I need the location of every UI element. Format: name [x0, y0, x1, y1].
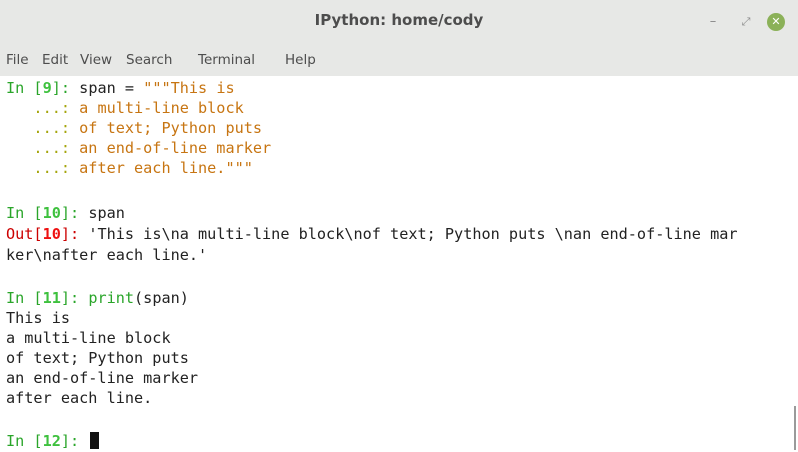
- continuation-line: ...: a multi-line block: [6, 98, 244, 118]
- continuation-prompt: ...:: [6, 139, 80, 157]
- input-line-9: In [9]: span = """This is: [6, 78, 235, 98]
- prompt-number: 12: [42, 432, 61, 450]
- menu-search[interactable]: Search: [126, 52, 172, 68]
- scrollbar[interactable]: [790, 76, 798, 452]
- menu-file[interactable]: File: [6, 52, 29, 68]
- print-output-line: of text; Python puts: [6, 349, 189, 367]
- continuation-prompt: ...:: [6, 159, 80, 177]
- string-literal: an end-of-line marker: [79, 139, 272, 157]
- prompt-number: 11: [42, 289, 61, 307]
- prompt-in-label: In [: [6, 289, 43, 307]
- prompt-in-label: In [: [6, 432, 43, 450]
- output-line-10-wrap: ker\nafter each line.': [6, 245, 207, 265]
- print-output-line: an end-of-line marker: [6, 369, 199, 387]
- code-text: span: [88, 204, 125, 222]
- window-title: IPython: home/cody: [314, 11, 484, 29]
- input-line-12: In [12]:: [6, 431, 100, 451]
- code-text: span =: [79, 79, 144, 97]
- terminal-window: IPython: home/cody – ⤢ ✕ File Edit View …: [0, 0, 798, 452]
- prompt-close: ]:: [51, 79, 80, 97]
- menu-view[interactable]: View: [80, 52, 112, 68]
- prompt-out-label: Out[: [6, 225, 43, 243]
- scrollbar-thumb[interactable]: [794, 406, 796, 450]
- string-literal: after each line.""": [79, 159, 253, 177]
- output-line-10: Out[10]: 'This is\na multi-line block\no…: [6, 224, 738, 244]
- continuation-prompt: ...:: [6, 99, 80, 117]
- print-output-line: after each line.: [6, 389, 153, 407]
- prompt-close: ]:: [60, 432, 89, 450]
- menu-help[interactable]: Help: [285, 52, 316, 68]
- input-line-10: In [10]: span: [6, 203, 125, 223]
- minimize-icon[interactable]: –: [704, 13, 722, 31]
- terminal-output[interactable]: In [9]: span = """This is ...: a multi-l…: [0, 76, 798, 452]
- prompt-close: ]:: [60, 225, 89, 243]
- function-name: print: [88, 289, 135, 307]
- prompt-number: 9: [42, 79, 52, 97]
- string-literal: a multi-line block: [79, 99, 244, 117]
- continuation-line: ...: after each line.""": [6, 158, 253, 178]
- prompt-close: ]:: [60, 289, 89, 307]
- string-literal: """This is: [143, 79, 235, 97]
- menu-bar: File Edit View Search Terminal Help: [0, 44, 798, 76]
- prompt-in-label: In [: [6, 79, 43, 97]
- print-output-line: a multi-line block: [6, 329, 171, 347]
- menu-edit[interactable]: Edit: [42, 52, 68, 68]
- continuation-line: ...: an end-of-line marker: [6, 138, 271, 158]
- prompt-close: ]:: [60, 204, 89, 222]
- prompt-number: 10: [42, 225, 61, 243]
- code-text: (span): [134, 289, 189, 307]
- string-literal: of text; Python puts: [79, 119, 263, 137]
- prompt-number: 10: [42, 204, 61, 222]
- continuation-prompt: ...:: [6, 119, 80, 137]
- close-icon[interactable]: ✕: [767, 13, 785, 31]
- text-cursor: [90, 432, 100, 449]
- output-text: ker\nafter each line.': [6, 246, 208, 264]
- maximize-icon[interactable]: ⤢: [737, 13, 755, 31]
- prompt-in-label: In [: [6, 204, 43, 222]
- output-text: 'This is\na multi-line block\nof text; P…: [88, 225, 738, 243]
- print-output-line: This is: [6, 309, 71, 327]
- menu-terminal[interactable]: Terminal: [198, 52, 255, 68]
- title-bar[interactable]: IPython: home/cody – ⤢ ✕: [0, 0, 798, 44]
- continuation-line: ...: of text; Python puts: [6, 118, 262, 138]
- input-line-11: In [11]: print(span): [6, 288, 189, 308]
